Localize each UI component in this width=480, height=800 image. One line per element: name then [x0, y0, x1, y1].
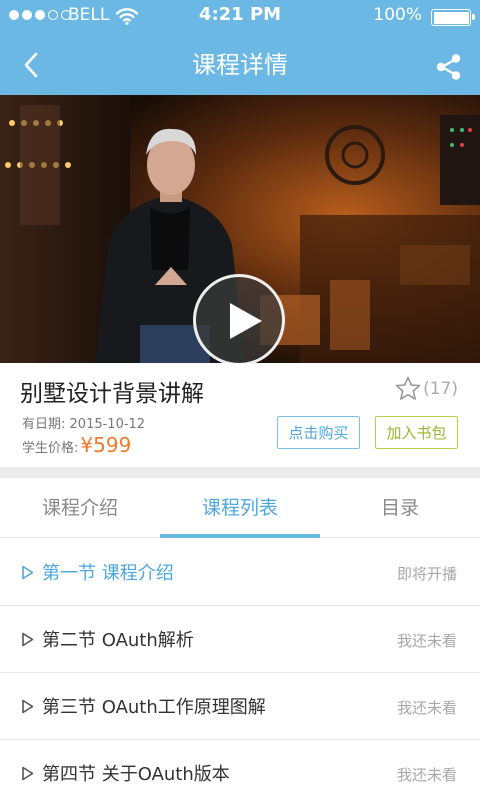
section-divider: [0, 467, 480, 478]
lesson-status: 我还未看: [396, 632, 457, 650]
buy-button[interactable]: 点击购买: [277, 416, 360, 449]
video-player[interactable]: [0, 95, 480, 363]
battery-percentage: 100%: [373, 5, 422, 25]
rating-count: (17): [423, 378, 458, 399]
add-to-bag-button[interactable]: 加入书包: [375, 416, 458, 449]
price-label: 学生价格:: [22, 441, 79, 456]
tab-catalog[interactable]: 目录: [320, 478, 480, 538]
lesson-name: 第三节 OAuth工作原理图解: [42, 697, 266, 718]
play-arrow-icon: [22, 699, 34, 714]
favorite-button[interactable]: (17): [395, 376, 458, 401]
play-arrow-icon: [22, 766, 34, 781]
lesson-status: 我还未看: [396, 699, 457, 717]
header: BELL 4:21 PM 100% 课程详情: [0, 0, 480, 95]
play-icon: [230, 303, 262, 339]
share-button[interactable]: [434, 52, 464, 82]
share-icon: [436, 54, 461, 80]
lesson-name: 第四节 关于OAuth版本: [42, 764, 230, 785]
status-bar: BELL 4:21 PM 100%: [0, 0, 480, 32]
tab-course-intro[interactable]: 课程介绍: [0, 478, 160, 538]
course-title: 别墅设计背景讲解: [20, 381, 204, 407]
star-icon: [395, 376, 421, 400]
lesson-name: 第二节 OAuth解析: [42, 630, 194, 651]
lesson-item[interactable]: 第四节 关于OAuth版本 我还未看: [0, 740, 480, 800]
play-arrow-icon: [22, 565, 34, 580]
lesson-item[interactable]: 第一节 课程介绍 即将开播: [0, 539, 480, 606]
active-tab-indicator: [160, 534, 320, 538]
lesson-status: 我还未看: [396, 766, 457, 784]
page-title: 课程详情: [192, 51, 288, 79]
lesson-name: 第一节 课程介绍: [42, 563, 174, 584]
lesson-status: 即将开播: [396, 565, 457, 583]
tab-bar: 课程介绍 课程列表 目录: [0, 478, 480, 538]
tab-course-list[interactable]: 课程列表: [160, 478, 320, 538]
date-value: 2015-10-12: [69, 417, 146, 432]
lesson-item[interactable]: 第三节 OAuth工作原理图解 我还未看: [0, 673, 480, 740]
course-date: 有日期: 2015-10-12: [22, 413, 145, 432]
lesson-item[interactable]: 第二节 OAuth解析 我还未看: [0, 606, 480, 673]
battery-icon: [431, 9, 475, 26]
play-button[interactable]: [193, 274, 285, 363]
price-value: ¥599: [80, 433, 132, 457]
date-label: 有日期:: [22, 417, 66, 432]
play-arrow-icon: [22, 632, 34, 647]
course-price: 学生价格: ¥599: [22, 433, 131, 457]
